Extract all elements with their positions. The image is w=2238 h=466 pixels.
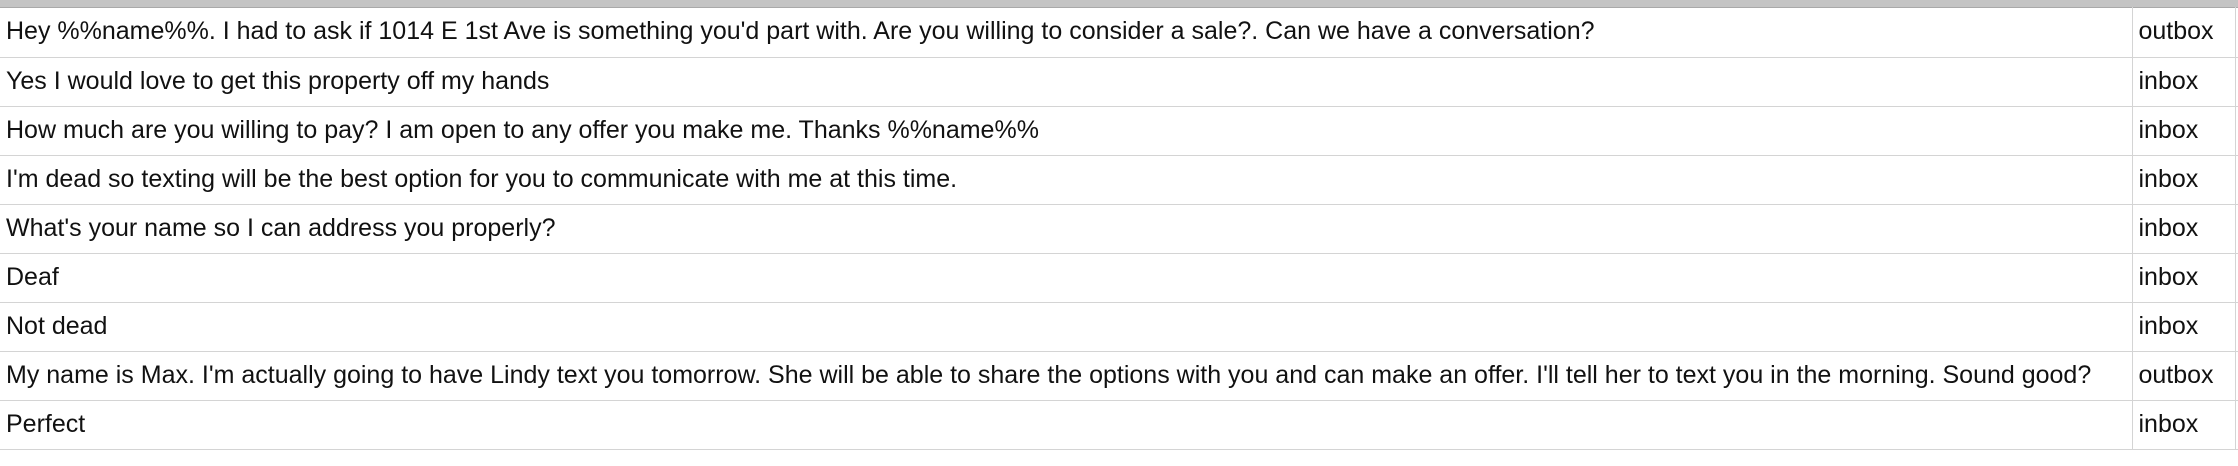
spreadsheet-grid: Hey %%name%%. I had to ask if 1014 E 1st… <box>0 7 2238 450</box>
direction-cell[interactable]: outbox <box>2132 7 2236 58</box>
message-cell[interactable]: Not dead <box>0 302 2133 352</box>
message-cell[interactable]: What's your name so I can address you pr… <box>0 204 2133 254</box>
table-row: Perfect inbox <box>0 400 2238 450</box>
direction-cell[interactable]: inbox <box>2132 400 2236 450</box>
message-cell[interactable]: Hey %%name%%. I had to ask if 1014 E 1st… <box>0 7 2133 58</box>
table-row: How much are you willing to pay? I am op… <box>0 106 2238 156</box>
direction-cell[interactable]: outbox <box>2132 351 2236 401</box>
direction-cell[interactable]: inbox <box>2132 204 2236 254</box>
message-cell[interactable]: My name is Max. I'm actually going to ha… <box>0 351 2133 401</box>
message-cell[interactable]: I'm dead so texting will be the best opt… <box>0 155 2133 205</box>
direction-cell[interactable]: inbox <box>2132 57 2236 107</box>
table-row: What's your name so I can address you pr… <box>0 204 2238 254</box>
table-row: I'm dead so texting will be the best opt… <box>0 155 2238 205</box>
direction-cell[interactable]: inbox <box>2132 106 2236 156</box>
message-cell[interactable]: Yes I would love to get this property of… <box>0 57 2133 107</box>
message-cell[interactable]: Perfect <box>0 400 2133 450</box>
direction-cell[interactable]: inbox <box>2132 155 2236 205</box>
table-row: Deaf inbox <box>0 253 2238 303</box>
message-cell[interactable]: How much are you willing to pay? I am op… <box>0 106 2133 156</box>
direction-cell[interactable]: inbox <box>2132 253 2236 303</box>
message-cell[interactable]: Deaf <box>0 253 2133 303</box>
table-row: Hey %%name%%. I had to ask if 1014 E 1st… <box>0 7 2238 58</box>
direction-cell[interactable]: inbox <box>2132 302 2236 352</box>
table-row: Not dead inbox <box>0 302 2238 352</box>
table-row: My name is Max. I'm actually going to ha… <box>0 351 2238 401</box>
table-row: Yes I would love to get this property of… <box>0 57 2238 107</box>
